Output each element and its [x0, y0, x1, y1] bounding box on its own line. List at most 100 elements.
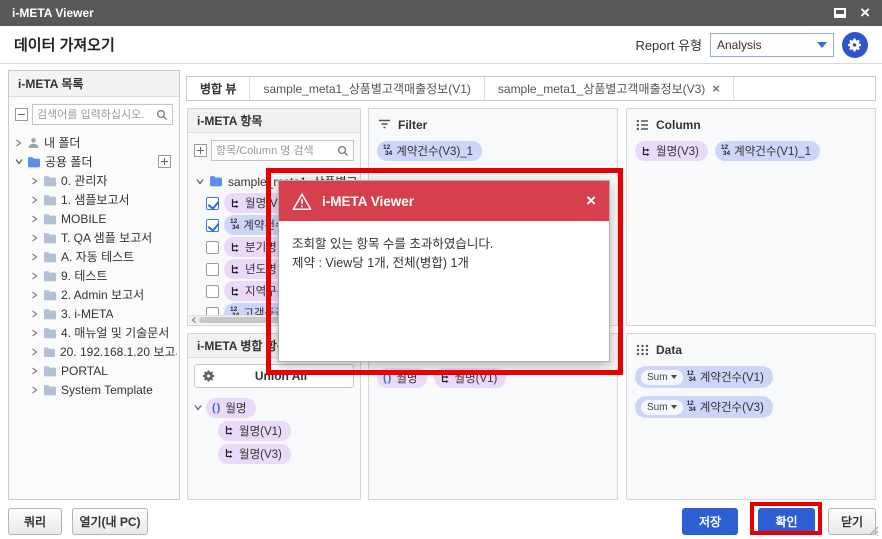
checkbox-checked[interactable] — [206, 197, 219, 210]
sidebar-item-folder[interactable]: 20. 192.168.1.20 보고서 — [11, 342, 177, 361]
maximize-icon[interactable] — [834, 8, 846, 18]
sidebar-item-folder[interactable]: System Template — [11, 380, 177, 399]
gear-icon — [847, 37, 863, 53]
search-icon[interactable] — [337, 145, 349, 157]
add-folder-icon[interactable] — [158, 155, 171, 168]
merged-item-icon: () — [383, 372, 392, 384]
window-close-icon[interactable]: × — [860, 5, 870, 21]
dimension-icon — [230, 286, 241, 297]
sidebar-item-folder[interactable]: 1. 샘플보고서 — [11, 190, 177, 209]
app-header: 데이터 가져오기 Report 유형 Analysis — [0, 26, 882, 64]
gear-icon[interactable] — [202, 369, 216, 383]
sidebar-item-folder[interactable]: 4. 매뉴얼 및 기술문서 — [11, 323, 177, 342]
merge-view-label[interactable]: 병합 뷰 — [187, 77, 250, 100]
chip-label: 계약건수(V1) — [700, 369, 764, 385]
alert-dialog-body: 조회할 있는 항목 수를 초과하였습니다. 제약 : View당 1개, 전체(… — [279, 221, 609, 288]
dimension-icon — [440, 373, 451, 384]
sidebar-title: i-META 목록 — [9, 71, 179, 97]
chip-label: 월명 — [396, 370, 417, 386]
checkbox-unchecked[interactable] — [206, 263, 219, 276]
window-title: i-META Viewer — [12, 6, 94, 20]
data-panel: Data Sum 계약건수(V1) Sum 계약건수(V3) — [626, 333, 876, 500]
folder-icon — [43, 270, 57, 282]
sidebar-search-input[interactable] — [37, 109, 156, 121]
tab-close-icon[interactable]: × — [712, 81, 720, 96]
dimension-icon — [641, 146, 652, 157]
tab-view-v1[interactable]: sample_meta1_상품별고객매출정보(V1) — [250, 77, 484, 100]
sidebar-item-shared-folder[interactable]: 공용 폴더 — [11, 152, 177, 171]
view-tabbar: 병합 뷰 sample_meta1_상품별고객매출정보(V1) sample_m… — [186, 76, 876, 101]
union-all-control[interactable]: Union All — [194, 364, 354, 388]
merge-root-row[interactable]: ()월명 — [194, 396, 354, 419]
chevron-right-icon — [31, 215, 38, 223]
expand-all-icon[interactable] — [194, 144, 207, 157]
tab-view-v3[interactable]: sample_meta1_상품별고객매출정보(V3)× — [485, 77, 734, 100]
chevron-down-icon — [15, 158, 23, 165]
resize-grip[interactable] — [867, 524, 879, 536]
sidebar-item-folder[interactable]: MOBILE — [11, 209, 177, 228]
row-chip[interactable]: () 월명 — [377, 368, 427, 388]
window-titlebar: i-META Viewer × — [0, 0, 882, 26]
aggregation-dropdown[interactable]: Sum — [641, 400, 683, 415]
filter-chip[interactable]: 계약건수(V3)_1 — [377, 141, 482, 161]
tab-label: sample_meta1_상품별고객매출정보(V1) — [263, 80, 470, 97]
filter-icon — [378, 119, 391, 131]
sidebar-item-folder[interactable]: A. 자동 테스트 — [11, 247, 177, 266]
column-panel: Column 월명(V3) 계약건수(V1)_1 — [626, 108, 876, 326]
alert-dialog-title: i-META Viewer — [322, 194, 414, 209]
sidebar-item-label: PORTAL — [61, 364, 108, 378]
meta-items-title: i-META 항목 — [188, 109, 360, 133]
data-chip[interactable]: Sum 계약건수(V1) — [635, 366, 773, 388]
collapse-all-icon[interactable] — [15, 108, 28, 121]
chevron-right-icon — [31, 196, 38, 204]
chevron-down-icon — [817, 42, 827, 48]
measure-icon — [230, 219, 239, 231]
sidebar-item-label: 20. 192.168.1.20 보고서 — [60, 343, 177, 360]
query-button[interactable]: 쿼리 — [8, 508, 62, 535]
folder-icon — [43, 289, 57, 301]
search-icon[interactable] — [156, 109, 168, 121]
chip-label: 계약건수(V3) — [700, 399, 764, 415]
row-chip[interactable]: 월명(V1) — [434, 368, 507, 388]
settings-button[interactable] — [842, 32, 868, 58]
chevron-down-icon — [194, 404, 202, 411]
merge-tree: ()월명 월명(V1) 월명(V3) — [188, 392, 360, 469]
checkbox-unchecked[interactable] — [206, 241, 219, 254]
save-button[interactable]: 저장 — [682, 508, 738, 535]
chevron-right-icon — [31, 329, 38, 337]
sidebar-item-folder[interactable]: 0. 관리자 — [11, 171, 177, 190]
checkbox-checked[interactable] — [206, 219, 219, 232]
chip-label: 계약건수(V1)_1 — [734, 143, 811, 159]
sidebar-item-label: 2. Admin 보고서 — [61, 286, 144, 303]
chevron-right-icon — [31, 291, 38, 299]
aggregation-dropdown[interactable]: Sum — [641, 370, 683, 385]
confirm-button[interactable]: 확인 — [758, 508, 815, 535]
sidebar-item-folder[interactable]: T. QA 샘플 보고서 — [11, 228, 177, 247]
chevron-right-icon — [31, 348, 38, 356]
alert-close-icon[interactable]: × — [586, 193, 596, 209]
measure-icon — [687, 401, 696, 413]
merged-item-icon: () — [212, 402, 221, 414]
sidebar-item-label: 공용 폴더 — [45, 153, 93, 170]
column-chip[interactable]: 계약건수(V1)_1 — [715, 141, 820, 161]
merge-child-row[interactable]: 월명(V3) — [194, 442, 354, 465]
column-chip[interactable]: 월명(V3) — [635, 141, 708, 161]
merge-child-row[interactable]: 월명(V1) — [194, 419, 354, 442]
folder-icon — [43, 194, 57, 206]
sidebar-item-label: 1. 샘플보고서 — [61, 191, 130, 208]
filter-title: Filter — [398, 118, 427, 132]
sidebar-item-my-folder[interactable]: 내 폴더 — [11, 133, 177, 152]
sidebar-item-folder[interactable]: 2. Admin 보고서 — [11, 285, 177, 304]
report-type-select[interactable]: Analysis — [710, 33, 834, 57]
sidebar-item-folder[interactable]: 9. 테스트 — [11, 266, 177, 285]
scroll-left-icon[interactable] — [191, 317, 197, 323]
data-chip[interactable]: Sum 계약건수(V3) — [635, 396, 773, 418]
sidebar-item-label: 내 폴더 — [44, 134, 80, 151]
chip-label: 계약건수(V3)_1 — [396, 143, 473, 159]
sidebar-item-folder[interactable]: PORTAL — [11, 361, 177, 380]
column-title: Column — [656, 118, 701, 132]
sidebar-item-folder[interactable]: 3. i-META — [11, 304, 177, 323]
items-search-input[interactable] — [216, 145, 337, 157]
checkbox-unchecked[interactable] — [206, 285, 219, 298]
open-pc-button[interactable]: 열기(내 PC) — [72, 508, 148, 535]
